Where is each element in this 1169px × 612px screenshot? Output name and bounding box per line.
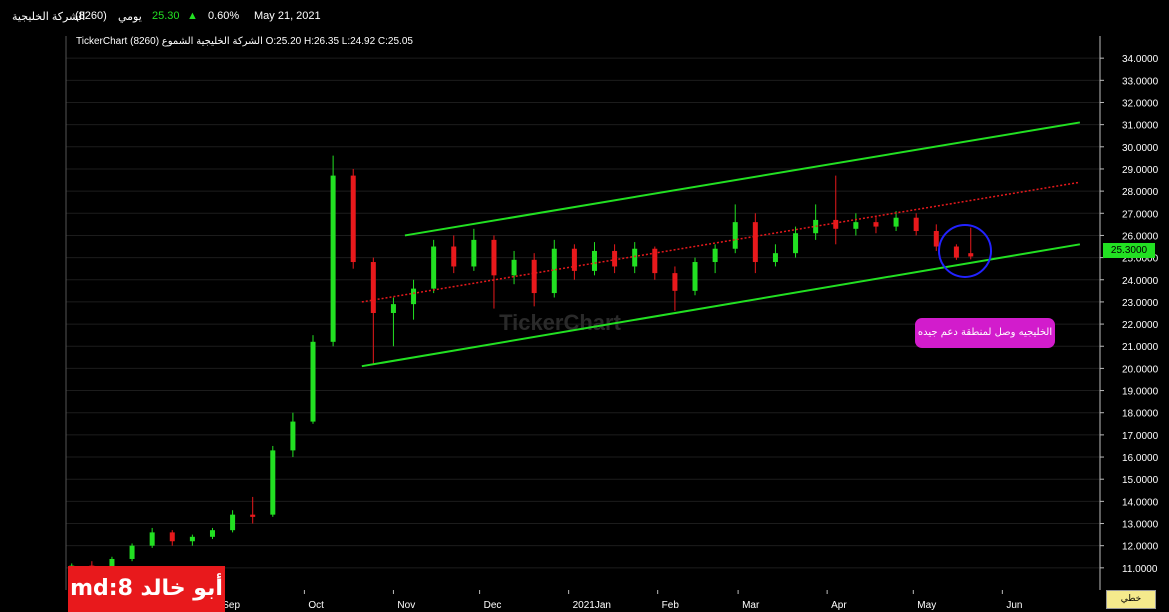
- candle: [230, 514, 236, 531]
- candle: [250, 514, 256, 517]
- candle: [672, 273, 678, 291]
- candle: [451, 246, 457, 267]
- candle: [933, 231, 939, 247]
- candle: [129, 545, 135, 559]
- candle: [591, 250, 597, 271]
- candle: [853, 222, 859, 229]
- price-chart[interactable]: TickerChart 11.0000 12.0000 13.0000 14.0000…: [0, 0, 1169, 612]
- watermark-text: TickerChart: [499, 310, 622, 335]
- candle: [913, 217, 919, 232]
- candle: [149, 532, 155, 546]
- y-tick-label: 20.0000: [1122, 364, 1159, 375]
- candle: [370, 262, 376, 313]
- x-tick-label: Dec: [484, 600, 502, 611]
- y-tick-label: 28.0000: [1122, 187, 1159, 198]
- y-tick-label: 19.0000: [1122, 387, 1159, 398]
- y-tick-label: 32.0000: [1122, 98, 1159, 109]
- y-tick-label: 27.0000: [1122, 209, 1159, 220]
- x-tick-label: Nov: [397, 600, 415, 611]
- candle: [833, 219, 839, 229]
- highlight-circle[interactable]: [938, 223, 993, 278]
- candle: [772, 253, 778, 263]
- candle: [390, 304, 396, 313]
- candle: [968, 253, 974, 257]
- y-tick-label: 14.0000: [1122, 497, 1159, 508]
- y-tick-label: 26.0000: [1122, 231, 1159, 242]
- candle: [612, 250, 618, 267]
- x-tick-label: Mar: [742, 600, 760, 611]
- y-tick-label: 29.0000: [1122, 165, 1159, 176]
- author-stamp: md:8 أبو خالد: [68, 566, 225, 612]
- candle: [290, 421, 296, 451]
- y-tick-label: 24.0000: [1122, 276, 1159, 287]
- candle: [431, 246, 437, 289]
- x-tick-label: Oct: [308, 600, 324, 611]
- y-tick-label: 31.0000: [1122, 121, 1159, 132]
- candle: [793, 233, 799, 254]
- x-tick-label: Jun: [1006, 600, 1022, 611]
- y-tick-label: 16.0000: [1122, 453, 1159, 464]
- y-tick-label: 12.0000: [1122, 542, 1159, 553]
- y-tick-label: 22.0000: [1122, 320, 1159, 331]
- candle: [752, 222, 758, 263]
- candle: [169, 532, 175, 542]
- y-tick-label: 30.0000: [1122, 143, 1159, 154]
- y-tick-label: 11.0000: [1122, 564, 1158, 575]
- annotation-callout[interactable]: الخليجيه وصل لمنطقة دعم جيده: [915, 318, 1055, 348]
- candle: [531, 259, 537, 294]
- y-tick-label: 33.0000: [1122, 76, 1159, 87]
- y-tick-label: 18.0000: [1122, 409, 1159, 420]
- y-tick-label: 23.0000: [1122, 298, 1159, 309]
- candle: [209, 530, 215, 537]
- candle: [511, 259, 517, 276]
- channel-upper-line[interactable]: [404, 121, 1081, 237]
- candle: [571, 248, 577, 271]
- candle: [471, 239, 477, 267]
- y-tick-label: 34.0000: [1122, 54, 1159, 65]
- candle: [350, 175, 356, 263]
- y-tick-label: 17.0000: [1122, 431, 1159, 442]
- y-tick-label: 13.0000: [1122, 520, 1159, 531]
- candle: [330, 175, 336, 342]
- x-tick-label: Apr: [831, 600, 847, 611]
- candle: [189, 536, 195, 542]
- last-price-tag: 25.3000: [1103, 243, 1155, 258]
- candle: [873, 222, 879, 227]
- channel-mid-line[interactable]: [361, 181, 1081, 303]
- x-tick-label: 2021Jan: [573, 600, 611, 611]
- candle: [893, 217, 899, 227]
- x-tick-label: May: [917, 600, 936, 611]
- candle: [411, 288, 417, 305]
- candles: [69, 155, 974, 573]
- candle: [270, 450, 276, 515]
- candle: [692, 262, 698, 291]
- y-tick-label: 15.0000: [1122, 475, 1159, 486]
- x-tick-label: Feb: [662, 600, 680, 611]
- y-tick-label: 21.0000: [1122, 342, 1159, 353]
- candle: [953, 246, 959, 258]
- chart-style-button[interactable]: خطي: [1106, 590, 1156, 609]
- candle: [632, 248, 638, 267]
- candle: [732, 222, 738, 249]
- candle: [712, 248, 718, 263]
- candle: [491, 239, 497, 276]
- candle: [310, 341, 316, 422]
